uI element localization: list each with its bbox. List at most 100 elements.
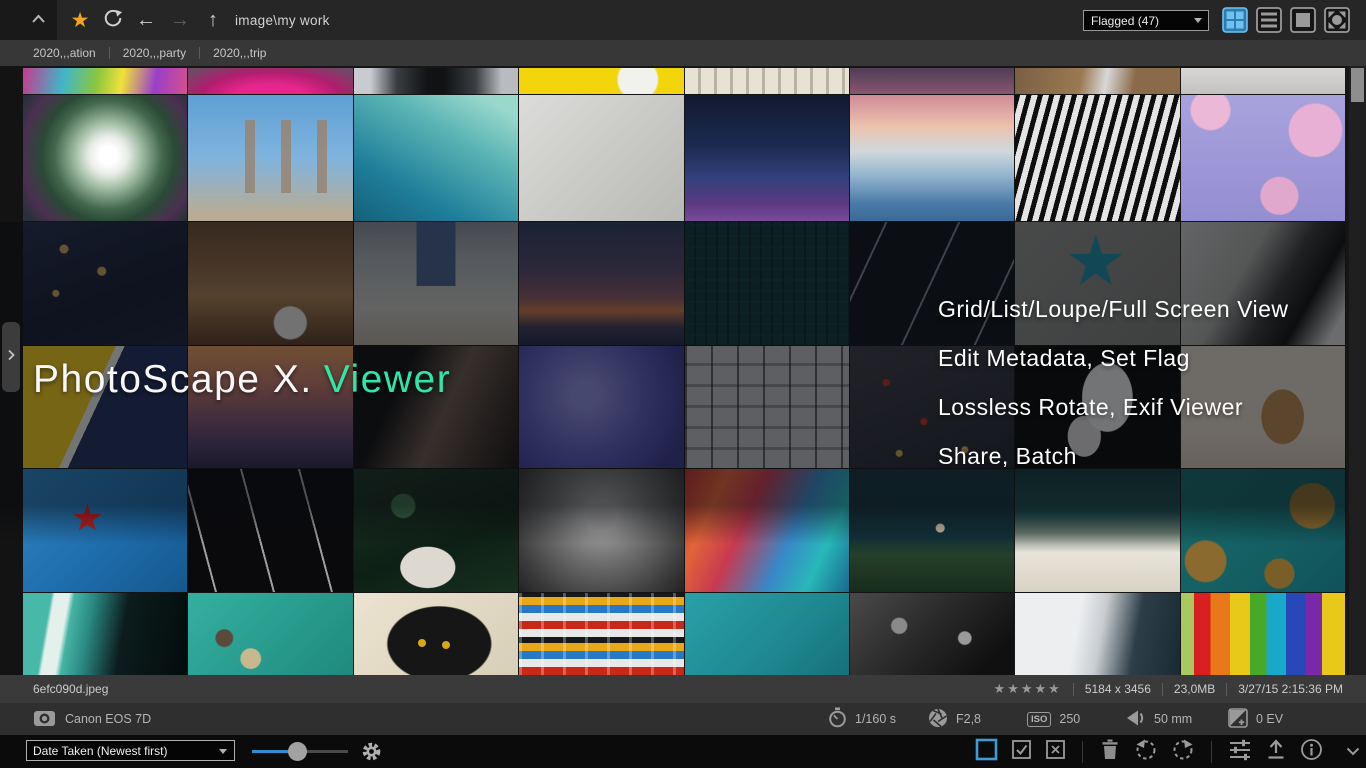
photo-thumbnail[interactable] bbox=[850, 593, 1014, 675]
filter-dropdown-value: Flagged (47) bbox=[1091, 14, 1159, 28]
select-all-button[interactable] bbox=[1011, 739, 1032, 765]
focal-length-icon bbox=[1125, 708, 1146, 731]
photo-thumbnail[interactable] bbox=[685, 469, 849, 592]
photo-thumbnail[interactable] bbox=[188, 469, 352, 592]
collapse-toolbar-button[interactable] bbox=[20, 0, 57, 40]
photo-thumbnail[interactable] bbox=[850, 95, 1014, 221]
thumbnail-size-slider[interactable] bbox=[252, 735, 348, 768]
adjustments-button[interactable] bbox=[1228, 737, 1252, 766]
photo-thumbnail[interactable] bbox=[1015, 222, 1179, 345]
toolbar-separator bbox=[1211, 741, 1212, 763]
up-folder-button[interactable]: ↑ bbox=[199, 0, 227, 40]
photo-thumbnail[interactable] bbox=[23, 469, 187, 592]
photo-thumbnail[interactable] bbox=[519, 68, 683, 94]
star-icon: ★ bbox=[71, 8, 90, 33]
photo-thumbnail[interactable] bbox=[685, 346, 849, 468]
flag-star-button[interactable]: ★ bbox=[66, 0, 94, 40]
photo-thumbnail[interactable] bbox=[354, 469, 518, 592]
photo-thumbnail[interactable] bbox=[354, 593, 518, 675]
photo-thumbnail[interactable] bbox=[23, 593, 187, 675]
photo-thumbnail[interactable] bbox=[519, 95, 683, 221]
photo-thumbnail[interactable] bbox=[1015, 68, 1179, 94]
photo-thumbnail[interactable] bbox=[1181, 68, 1345, 94]
selection-mode-button[interactable] bbox=[975, 738, 998, 766]
photo-thumbnail[interactable] bbox=[1181, 222, 1345, 345]
top-toolbar: ★ ← → ↑ image\my work Flagged (47) bbox=[0, 0, 1366, 40]
collapse-bottom-bar-button[interactable] bbox=[1346, 743, 1360, 761]
grid-view-icon bbox=[1222, 20, 1248, 37]
list-view-icon bbox=[1256, 20, 1282, 37]
refresh-icon bbox=[103, 8, 123, 33]
photo-thumbnail[interactable] bbox=[519, 346, 683, 468]
tab-2020-party[interactable]: 2020,,,party bbox=[110, 40, 199, 66]
photo-thumbnail[interactable] bbox=[354, 222, 518, 345]
camera-icon bbox=[33, 706, 56, 732]
toolbar-separator bbox=[1082, 741, 1083, 763]
sliders-icon bbox=[1228, 737, 1252, 766]
photo-thumbnail[interactable] bbox=[685, 222, 849, 345]
photo-thumbnail[interactable] bbox=[519, 222, 683, 345]
aperture-icon bbox=[928, 708, 948, 731]
photo-thumbnail[interactable] bbox=[685, 68, 849, 94]
info-icon bbox=[1300, 738, 1323, 766]
settings-button[interactable] bbox=[361, 741, 382, 767]
photo-thumbnail[interactable] bbox=[188, 593, 352, 675]
checkbox-x-icon bbox=[1045, 739, 1066, 765]
star-rating[interactable]: ★★★★★ bbox=[983, 681, 1073, 697]
tab-2020-ation[interactable]: 2020,,,ation bbox=[20, 40, 109, 66]
scrollbar-thumb[interactable] bbox=[1351, 68, 1364, 102]
shutter-speed-group: 1/160 s bbox=[828, 703, 896, 735]
info-button[interactable] bbox=[1300, 738, 1323, 766]
photo-thumbnail[interactable] bbox=[1015, 95, 1179, 221]
fullscreen-view-button[interactable] bbox=[1324, 7, 1350, 33]
promo-feature-line: Share, Batch bbox=[938, 443, 1077, 470]
promo-title: PhotoScape X.Viewer bbox=[33, 358, 451, 402]
photo-thumbnail[interactable] bbox=[23, 68, 187, 94]
bottom-toolbar: Date Taken (Newest first) bbox=[0, 735, 1366, 768]
photo-thumbnail[interactable] bbox=[519, 593, 683, 675]
deselect-all-button[interactable] bbox=[1045, 739, 1066, 765]
filter-dropdown[interactable]: Flagged (47) bbox=[1083, 10, 1209, 31]
photo-thumbnail[interactable] bbox=[685, 593, 849, 675]
rotate-ccw-button[interactable] bbox=[1134, 737, 1158, 766]
photo-thumbnail[interactable] bbox=[23, 222, 187, 345]
delete-button[interactable] bbox=[1099, 738, 1121, 765]
photo-thumbnail[interactable] bbox=[1181, 469, 1345, 592]
photo-thumbnail[interactable] bbox=[188, 222, 352, 345]
image-dimensions: 5184 x 3456 bbox=[1074, 682, 1162, 696]
photo-thumbnail[interactable] bbox=[1181, 593, 1345, 675]
photo-thumbnail[interactable] bbox=[1015, 593, 1179, 675]
photo-thumbnail[interactable] bbox=[850, 68, 1014, 94]
photo-thumbnail[interactable] bbox=[850, 222, 1014, 345]
photo-thumbnail[interactable] bbox=[188, 68, 352, 94]
expand-panel-handle[interactable] bbox=[2, 322, 20, 392]
list-view-button[interactable] bbox=[1256, 7, 1282, 33]
photo-thumbnail[interactable] bbox=[1015, 469, 1179, 592]
photo-thumbnail[interactable] bbox=[519, 469, 683, 592]
rotate-cw-button[interactable] bbox=[1171, 737, 1195, 766]
slider-knob[interactable] bbox=[288, 742, 307, 761]
back-button[interactable]: ← bbox=[132, 0, 160, 40]
photo-thumbnail[interactable] bbox=[685, 95, 849, 221]
vertical-scrollbar[interactable] bbox=[1349, 66, 1366, 675]
trash-icon bbox=[1099, 738, 1121, 765]
photo-thumbnail[interactable] bbox=[1181, 95, 1345, 221]
upload-icon bbox=[1265, 738, 1287, 765]
tab-2020-trip[interactable]: 2020,,,trip bbox=[200, 40, 279, 66]
photo-thumbnail[interactable] bbox=[354, 68, 518, 94]
photo-thumbnail[interactable] bbox=[188, 95, 352, 221]
focal-length-group: 50 mm bbox=[1125, 703, 1192, 735]
share-export-button[interactable] bbox=[1265, 738, 1287, 765]
sort-dropdown[interactable]: Date Taken (Newest first) bbox=[26, 740, 235, 761]
breadcrumb[interactable]: image\my work bbox=[235, 0, 330, 40]
camera-model-group: Canon EOS 7D bbox=[33, 703, 151, 735]
photo-thumbnail[interactable] bbox=[354, 95, 518, 221]
photo-thumbnail[interactable] bbox=[850, 469, 1014, 592]
shutter-speed: 1/160 s bbox=[855, 712, 896, 726]
refresh-button[interactable] bbox=[99, 0, 127, 40]
chevron-down-icon bbox=[1194, 18, 1202, 23]
grid-view-button[interactable] bbox=[1222, 7, 1248, 33]
photo-thumbnail[interactable] bbox=[23, 95, 187, 221]
forward-button[interactable]: → bbox=[166, 0, 194, 40]
loupe-view-button[interactable] bbox=[1290, 7, 1316, 33]
